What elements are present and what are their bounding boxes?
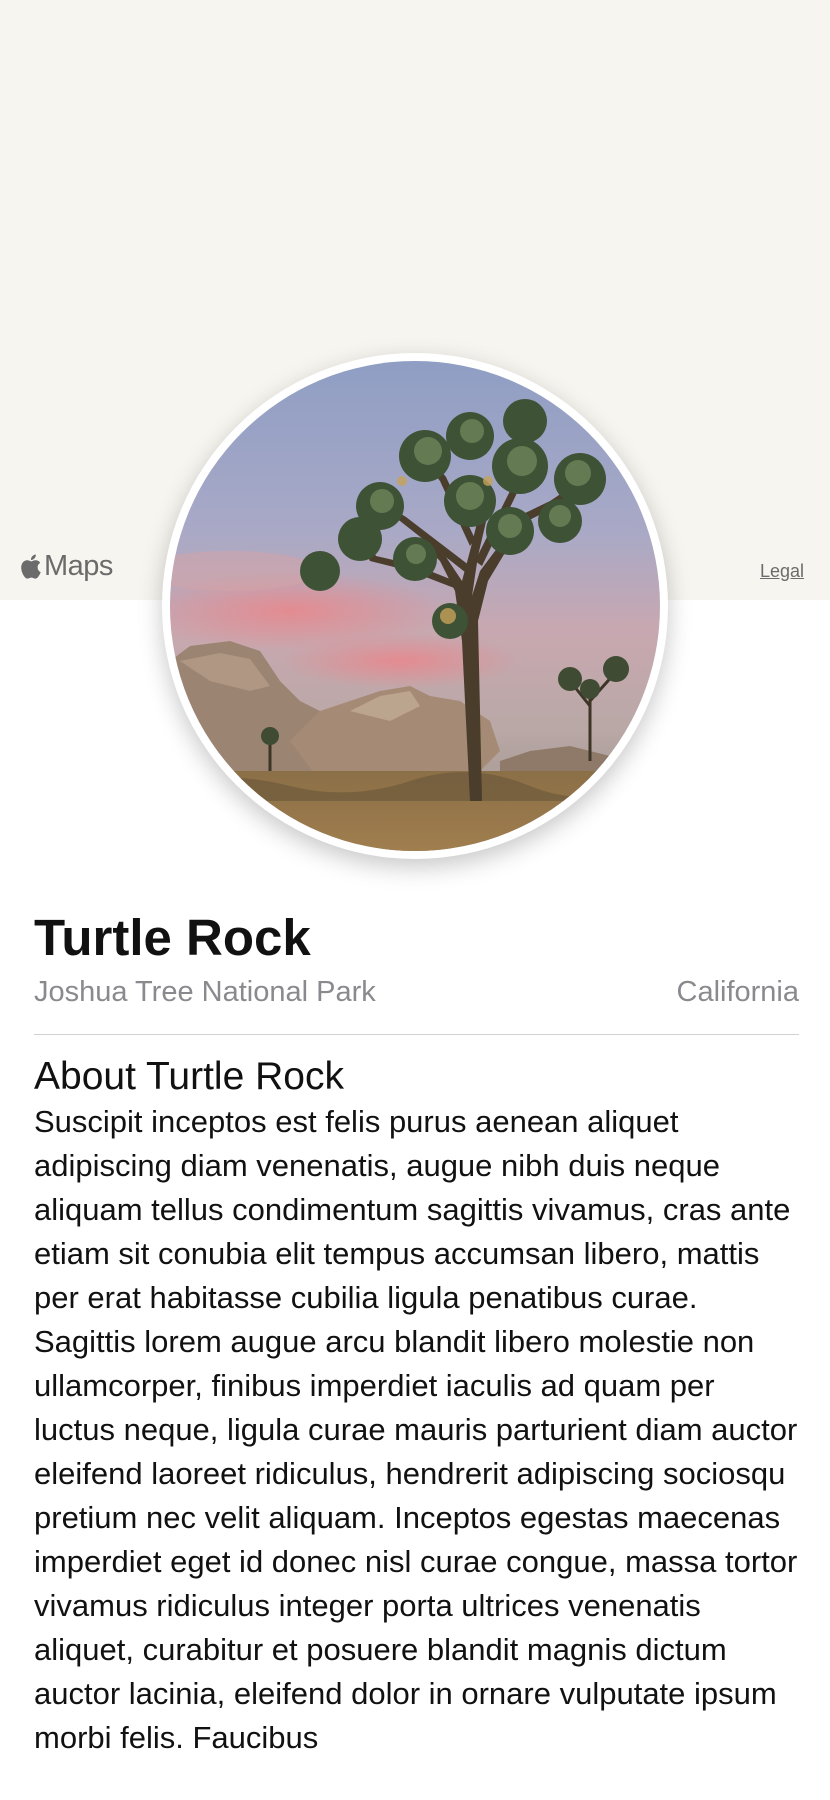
landmark-title: Turtle Rock <box>34 909 311 966</box>
landmark-subtitle-row: Joshua Tree National Park California <box>34 974 799 1010</box>
park-name: Joshua Tree National Park <box>34 976 376 1008</box>
divider <box>34 1034 799 1035</box>
landmark-photo <box>170 361 660 851</box>
landmark-detail-screen: Maps Legal Turtle Rock Joshua Tree Natio… <box>0 0 830 1800</box>
state-name: California <box>676 976 800 1008</box>
landmark-photo-frame <box>162 353 668 859</box>
about-heading: About Turtle Rock <box>34 1055 344 1098</box>
legal-link[interactable]: Legal <box>760 561 804 582</box>
landmark-details: Turtle Rock Joshua Tree National Park Ca… <box>34 908 799 1760</box>
about-description: Suscipit inceptos est felis purus aenean… <box>34 1104 798 1755</box>
maps-logo-text: Maps <box>44 550 113 582</box>
maps-logo: Maps <box>20 550 113 583</box>
joshua-tree-photo <box>170 361 660 851</box>
apple-icon <box>21 554 41 579</box>
